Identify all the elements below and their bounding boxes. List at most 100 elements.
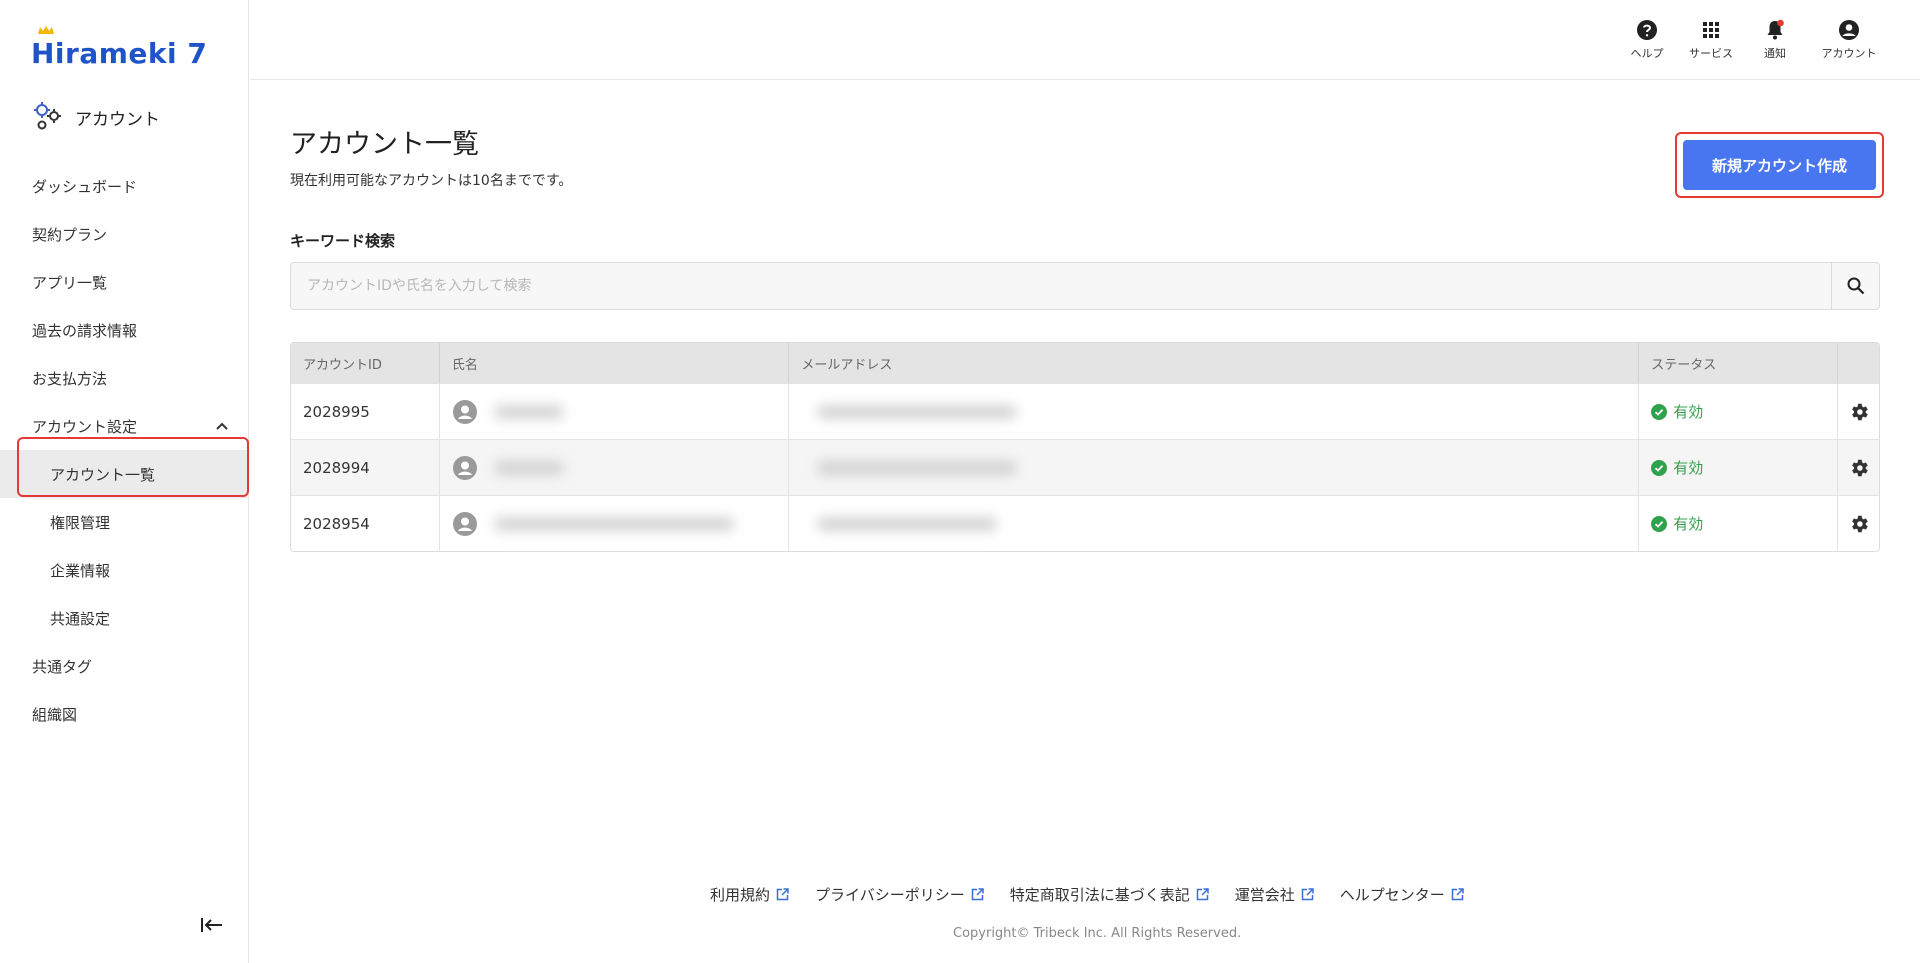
footer-link-label: プライバシーポリシー: [815, 886, 965, 904]
sidebar-item-label: 組織図: [32, 705, 78, 724]
gear-icon[interactable]: [1848, 457, 1870, 479]
sidebar-item-label: お支払方法: [32, 369, 108, 388]
status-cell: 有効: [1639, 440, 1839, 495]
name-cell: [440, 384, 790, 439]
logo-text: Hirameki 7: [31, 37, 208, 70]
avatar-icon: [452, 511, 477, 536]
column-header-name[interactable]: 氏名: [440, 343, 790, 383]
services-button[interactable]: サービス: [1688, 18, 1734, 61]
sidebar-item-dashboard[interactable]: ダッシュボード: [0, 162, 249, 210]
top-bar: ヘルプ サービス 通知 アカウント: [250, 0, 1920, 80]
bell-icon: [1767, 19, 1784, 40]
sidebar-item-billing-history[interactable]: 過去の請求情報: [0, 306, 249, 354]
sidebar-item-label: アカウント設定: [32, 417, 138, 436]
column-header-email[interactable]: メールアドレス: [789, 343, 1640, 383]
notifications-label: 通知: [1764, 47, 1786, 60]
accounts-table: アカウントID 氏名 メールアドレス ステータス 2028995 有効 2028…: [290, 342, 1880, 552]
column-header-actions: [1838, 343, 1879, 383]
page-subtitle: 現在利用可能なアカウントは10名までです。: [290, 173, 573, 189]
sidebar-item-account-list[interactable]: アカウント一覧: [0, 450, 249, 498]
email-cell: [789, 384, 1640, 439]
sidebar-item-common-settings[interactable]: 共通設定: [0, 594, 249, 642]
sidebar-section-title: アカウント: [75, 109, 160, 130]
redacted-name: [493, 404, 564, 419]
gear-icon[interactable]: [1848, 401, 1870, 423]
status-text: 有効: [1673, 515, 1704, 533]
footer-link-company[interactable]: 運営会社: [1235, 884, 1314, 905]
status-cell: 有効: [1639, 384, 1839, 439]
status-badge: 有効: [1651, 457, 1703, 478]
footer-link-label: 利用規約: [710, 886, 771, 904]
account-id-cell: 2028994: [291, 440, 440, 495]
notifications-button[interactable]: 通知: [1752, 18, 1798, 61]
avatar-icon: [452, 399, 477, 424]
collapse-sidebar-icon[interactable]: [200, 915, 224, 935]
page-title: アカウント一覧: [290, 129, 479, 160]
grid-icon: [1703, 22, 1719, 38]
name-cell: [440, 440, 790, 495]
status-text: 有効: [1673, 403, 1704, 421]
crown-icon: [38, 26, 54, 34]
external-link-icon: [1196, 888, 1209, 901]
new-account-button[interactable]: 新規アカウント作成: [1683, 140, 1876, 190]
footer-link-privacy[interactable]: プライバシーポリシー: [815, 884, 984, 905]
footer-link-label: 運営会社: [1234, 886, 1295, 904]
account-id-cell: 2028954: [291, 496, 440, 551]
check-circle-icon: [1651, 459, 1668, 476]
status-badge: 有効: [1651, 513, 1703, 534]
avatar-icon: [452, 455, 477, 480]
check-circle-icon: [1651, 515, 1668, 532]
sidebar-item-account-settings[interactable]: アカウント設定: [0, 402, 249, 450]
status-badge: 有効: [1651, 401, 1703, 422]
search-bar: [290, 262, 1880, 310]
help-icon: [1637, 20, 1657, 40]
table-header: アカウントID 氏名 メールアドレス ステータス: [291, 343, 1879, 383]
actions-cell: [1838, 384, 1879, 439]
sidebar-item-plan[interactable]: 契約プラン: [0, 210, 249, 258]
actions-cell: [1838, 496, 1879, 551]
sidebar-item-label: アプリ一覧: [32, 273, 108, 292]
sidebar-item-label: アカウント一覧: [50, 465, 156, 484]
chevron-up-icon: [216, 422, 228, 430]
redacted-email: [817, 460, 1018, 475]
external-link-icon: [1301, 888, 1314, 901]
sidebar-item-common-tags[interactable]: 共通タグ: [0, 642, 249, 690]
footer-link-terms[interactable]: 利用規約: [710, 884, 789, 905]
sidebar-item-payment[interactable]: お支払方法: [0, 354, 249, 402]
account-label: アカウント: [1821, 47, 1877, 60]
sidebar-item-label: 企業情報: [50, 561, 111, 580]
help-button[interactable]: ヘルプ: [1624, 18, 1670, 61]
column-header-status[interactable]: ステータス: [1639, 343, 1839, 383]
sidebar-item-apps[interactable]: アプリ一覧: [0, 258, 249, 306]
help-label: ヘルプ: [1630, 47, 1664, 60]
sidebar-item-org-chart[interactable]: 組織図: [0, 690, 249, 738]
footer-link-help-center[interactable]: ヘルプセンター: [1340, 884, 1464, 905]
check-circle-icon: [1651, 403, 1668, 420]
sidebar-item-permissions[interactable]: 権限管理: [0, 498, 249, 546]
gear-icon[interactable]: [1848, 513, 1870, 535]
services-label: サービス: [1689, 47, 1733, 60]
sidebar-item-label: 契約プラン: [32, 225, 108, 244]
column-header-account-id[interactable]: アカウントID: [291, 343, 440, 383]
table-row[interactable]: 2028954 有効: [291, 495, 1879, 551]
top-icons: ヘルプ サービス 通知 アカウント: [1624, 18, 1882, 61]
table-row[interactable]: 2028994 有効: [291, 439, 1879, 495]
search-button[interactable]: [1831, 263, 1879, 309]
account-button[interactable]: アカウント: [1816, 18, 1882, 61]
redacted-name: [493, 460, 564, 475]
account-id-cell: 2028995: [291, 384, 440, 439]
table-row[interactable]: 2028995 有効: [291, 383, 1879, 439]
redacted-email: [817, 516, 998, 531]
footer-link-label: ヘルプセンター: [1339, 886, 1445, 904]
sidebar-section-header: アカウント: [31, 100, 160, 134]
status-text: 有効: [1673, 459, 1704, 477]
sidebar-item-label: 共通設定: [50, 609, 111, 628]
account-circle-icon: [1839, 20, 1859, 40]
footer-link-commerce-law[interactable]: 特定商取引法に基づく表記: [1010, 884, 1209, 905]
brand-logo[interactable]: Hirameki 7: [31, 26, 208, 70]
email-cell: [789, 440, 1640, 495]
copyright: Copyright© Tribeck Inc. All Rights Reser…: [953, 926, 1242, 941]
search-input[interactable]: [291, 263, 1831, 309]
sidebar-item-company-info[interactable]: 企業情報: [0, 546, 249, 594]
new-account-button-highlight: 新規アカウント作成: [1675, 132, 1884, 198]
